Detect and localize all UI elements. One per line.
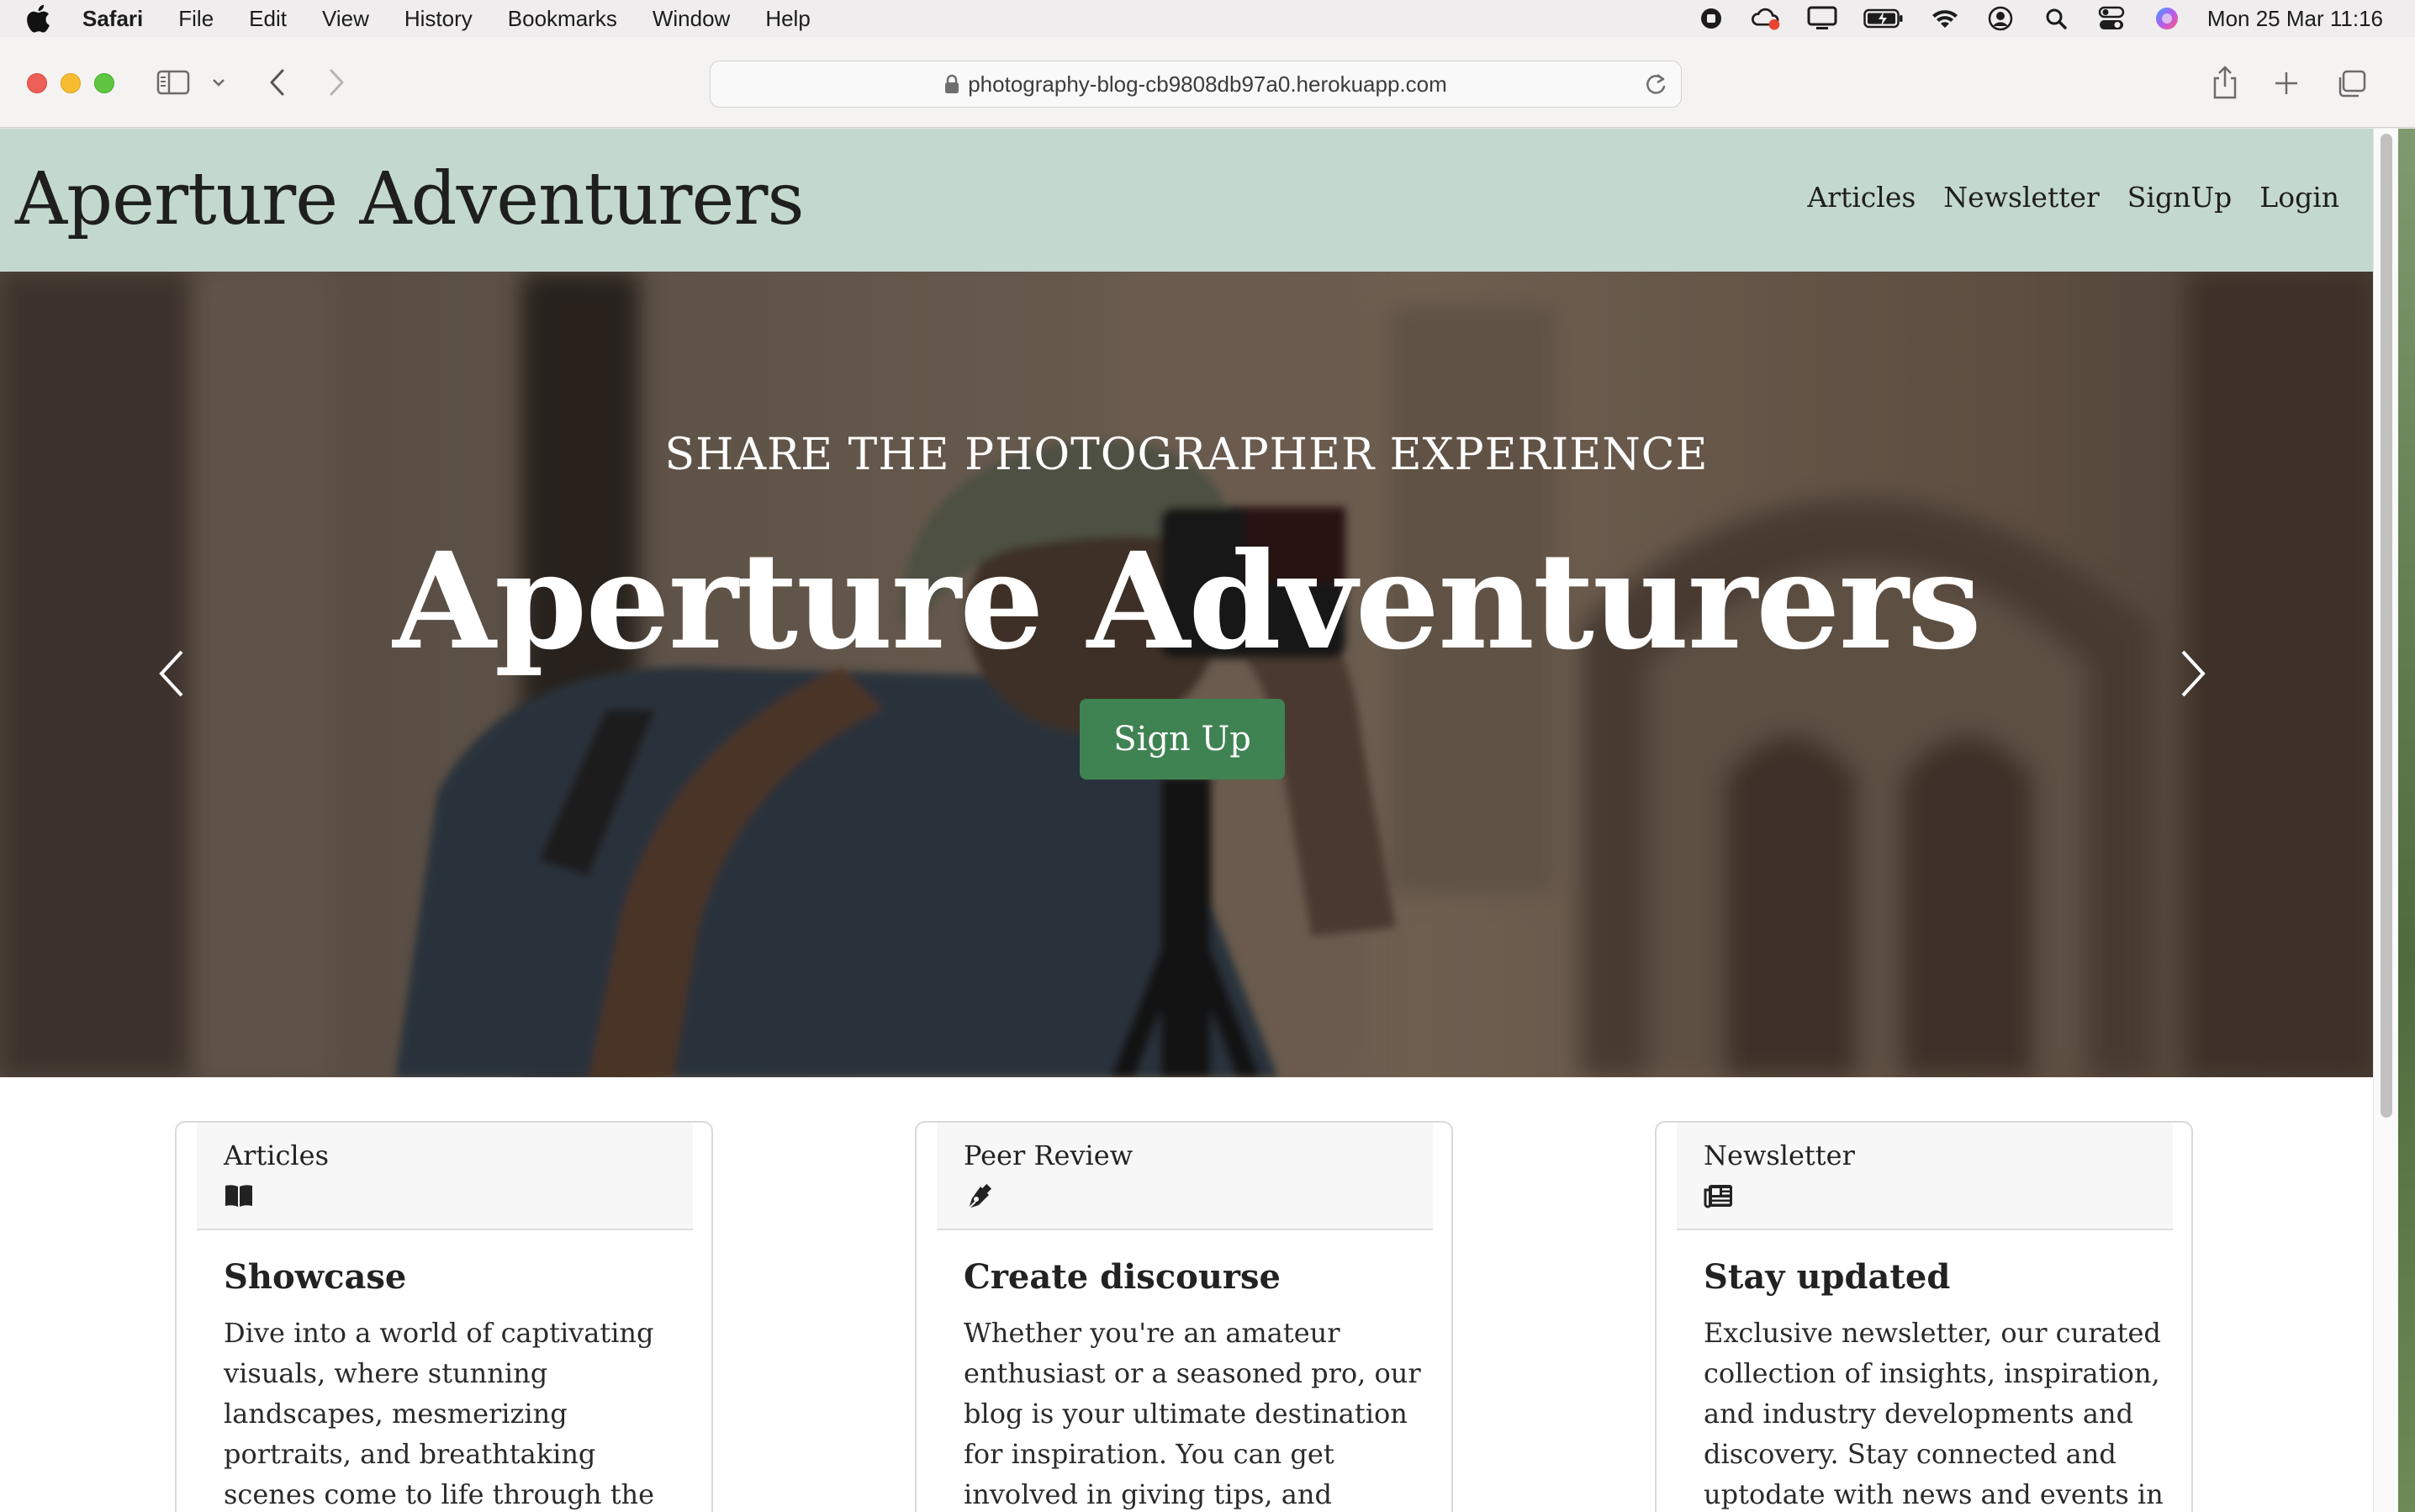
site-brand-link[interactable]: Aperture Adventurers [15, 157, 805, 241]
hero-subtitle: SHARE THE PHOTOGRAPHER EXPERIENCE [664, 430, 1709, 480]
minimize-window-button[interactable] [61, 73, 81, 93]
creative-cloud-icon[interactable] [1751, 3, 1782, 34]
nav-link-articles[interactable]: Articles [1807, 181, 1916, 214]
card-header-label: Articles [224, 1139, 330, 1171]
new-tab-icon[interactable] [2272, 69, 2301, 98]
nav-link-newsletter[interactable]: Newsletter [1943, 181, 2100, 214]
back-button[interactable] [262, 67, 293, 98]
nav-link-signup[interactable]: SignUp [2127, 181, 2232, 214]
card-title: Stay updated [1704, 1257, 1951, 1297]
siri-icon[interactable] [2152, 3, 2182, 34]
lock-icon [944, 74, 959, 94]
hero-title: Aperture Adventurers [393, 524, 1982, 679]
web-page-viewport: Aperture Adventurers Articles Newsletter… [0, 129, 2373, 1512]
card-newsletter: Newsletter Stay updated Exclusive newsle… [1655, 1121, 2193, 1512]
card-header: Newsletter [1677, 1123, 2173, 1230]
card-articles: Articles Showcase Dive into a world of c… [175, 1121, 713, 1512]
card-text: Exclusive newsletter, our curated collec… [1704, 1317, 2164, 1510]
url-text: photography-blog-cb9808db97a0.herokuapp.… [968, 71, 1447, 97]
zoom-window-button[interactable] [94, 73, 114, 93]
menu-history[interactable]: History [404, 6, 473, 32]
chevron-down-icon[interactable] [210, 74, 227, 91]
nav-link-login[interactable]: Login [2259, 181, 2339, 214]
chevron-right-icon [2178, 648, 2208, 702]
macos-menu-bar: Safari File Edit View History Bookmarks … [0, 0, 2415, 37]
menu-app-safari[interactable]: Safari [82, 6, 143, 32]
menu-edit[interactable]: Edit [249, 6, 287, 32]
wifi-icon[interactable] [1930, 3, 1960, 34]
card-title: Showcase [224, 1257, 407, 1297]
menu-file[interactable]: File [178, 6, 214, 32]
menu-bookmarks[interactable]: Bookmarks [508, 6, 617, 32]
scrollbar-thumb[interactable] [2381, 134, 2392, 1118]
address-bar[interactable]: photography-blog-cb9808db97a0.herokuapp.… [710, 61, 1682, 108]
book-open-icon [224, 1183, 254, 1210]
record-icon[interactable] [1696, 3, 1726, 34]
spotlight-icon[interactable] [2041, 3, 2071, 34]
hero-signup-button[interactable]: Sign Up [1080, 699, 1285, 780]
control-center-icon[interactable] [2096, 3, 2127, 34]
carousel-next-button[interactable] [2168, 642, 2218, 709]
tab-overview-icon[interactable] [2334, 69, 2368, 99]
site-navbar: Aperture Adventurers Articles Newsletter… [0, 129, 2373, 272]
hero-carousel: SHARE THE PHOTOGRAPHER EXPERIENCE Apertu… [0, 272, 2373, 1077]
chevron-left-icon [156, 648, 187, 702]
menu-window[interactable]: Window [653, 6, 730, 32]
card-header: Peer Review [937, 1123, 1433, 1230]
card-text: Dive into a world of captivating visuals… [224, 1317, 655, 1510]
card-header: Articles [197, 1123, 693, 1230]
menu-help[interactable]: Help [765, 6, 810, 32]
battery-icon[interactable] [1863, 3, 1905, 34]
share-icon[interactable] [2210, 64, 2240, 101]
site-nav-links: Articles Newsletter SignUp Login [1779, 181, 2339, 214]
card-peer-review: Peer Review Create discourse Whether you… [915, 1121, 1453, 1512]
page-scrollbar[interactable] [2373, 129, 2398, 1512]
sidebar-toggle-icon[interactable] [156, 69, 190, 96]
forward-button[interactable] [321, 67, 351, 98]
menu-bar-status-area: Mon 25 Mar 11:16 [1696, 0, 2415, 37]
reload-icon[interactable] [1644, 71, 1667, 103]
card-header-label: Peer Review [964, 1139, 1134, 1171]
display-icon[interactable] [1807, 3, 1837, 34]
card-title: Create discourse [964, 1257, 1281, 1297]
card-text: Whether you're an amateur enthusiast or … [964, 1317, 1421, 1510]
desktop-wallpaper-edge [2398, 129, 2415, 1512]
safari-toolbar: photography-blog-cb9808db97a0.herokuapp.… [0, 37, 2415, 128]
pen-nib-icon [964, 1183, 994, 1210]
card-header-label: Newsletter [1704, 1139, 1855, 1171]
user-icon[interactable] [1985, 3, 2016, 34]
close-window-button[interactable] [27, 73, 47, 93]
newspaper-icon [1704, 1183, 1734, 1210]
carousel-prev-button[interactable] [146, 642, 197, 709]
menu-view[interactable]: View [322, 6, 369, 32]
apple-logo-icon[interactable] [25, 4, 50, 33]
menu-bar-clock[interactable]: Mon 25 Mar 11:16 [2207, 6, 2383, 32]
